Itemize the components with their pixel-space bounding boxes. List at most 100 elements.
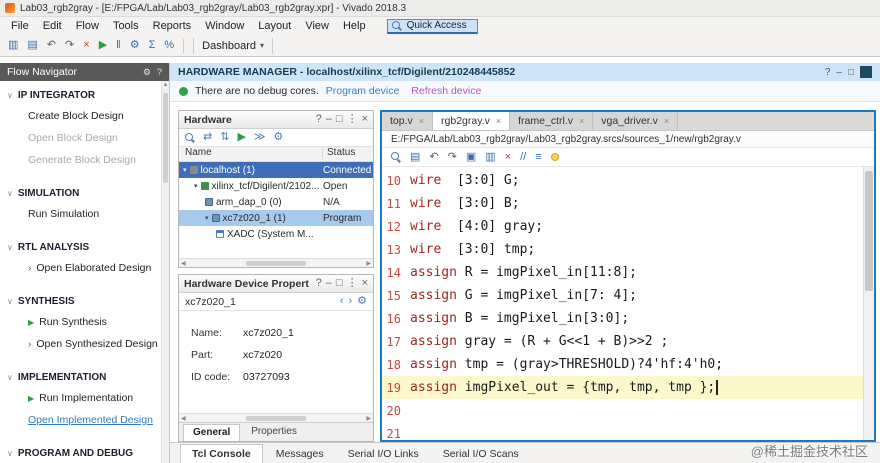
expander-icon[interactable]: ▾	[194, 182, 198, 190]
menu-icon[interactable]: ⋮	[347, 278, 358, 289]
code-line[interactable]: 15 assign G = imgPixel_in[7: 4];	[382, 284, 863, 307]
link-refresh-device[interactable]: Refresh device	[411, 85, 481, 97]
menu-help[interactable]: Help	[336, 19, 373, 33]
forward-icon[interactable]: ›	[348, 296, 352, 307]
editor-tab-frame-ctrl-v[interactable]: frame_ctrl.v ×	[510, 112, 594, 130]
flow-item-run-implementation[interactable]: ▶ Run Implementation	[0, 387, 169, 409]
column-status[interactable]: Status	[323, 147, 373, 161]
run-icon[interactable]: ▶	[99, 40, 107, 51]
menu-layout[interactable]: Layout	[251, 19, 298, 33]
close-red-icon[interactable]: ×	[83, 40, 89, 51]
flownav-help-icon[interactable]: ?	[157, 67, 162, 78]
flow-item-run-synthesis[interactable]: ▶ Run Synthesis	[0, 311, 169, 333]
scroll-right-icon[interactable]: ▶	[366, 415, 371, 422]
console-tab-tcl-console[interactable]: Tcl Console	[180, 444, 263, 463]
hardware-row[interactable]: XADC (System M...	[179, 226, 373, 242]
redo-icon[interactable]: ↷	[65, 40, 74, 51]
code-line[interactable]: 17 assign gray = (R + G<<1 + B)>>2 ;	[382, 330, 863, 353]
search-icon[interactable]	[391, 152, 401, 162]
editor-tab-rgb2gray-v[interactable]: rgb2gray.v ×	[433, 112, 511, 130]
close-icon[interactable]: ×	[579, 116, 584, 126]
editor-tab-vga-driver-v[interactable]: vga_driver.v ×	[593, 112, 679, 130]
menu-icon[interactable]: ⋮	[347, 114, 358, 125]
device-hscrollbar[interactable]: ◀ ▶	[179, 413, 373, 422]
flow-section-implementation[interactable]: ∨ IMPLEMENTATION	[0, 368, 169, 387]
console-tab-serial-i-o-links[interactable]: Serial I/O Links	[337, 445, 430, 463]
scrollbar-thumb[interactable]	[246, 415, 306, 421]
code-line[interactable]: 10 wire [3:0] G;	[382, 169, 863, 192]
menu-view[interactable]: View	[298, 19, 336, 33]
cut-icon[interactable]: ▣	[466, 151, 476, 163]
flow-item-open-elaborated-design[interactable]: › Open Elaborated Design	[0, 257, 169, 279]
float-icon[interactable]: □	[336, 114, 343, 125]
code-area[interactable]: 10 wire [3:0] G; 11 wire [3:0] B; 12 wire [4:…	[382, 167, 863, 440]
flow-section-simulation[interactable]: ∨ SIMULATION	[0, 184, 169, 203]
help-icon[interactable]: ?	[825, 67, 831, 78]
code-line[interactable]: 14 assign R = imgPixel_in[11:8];	[382, 261, 863, 284]
dashboard-dropdown[interactable]: Dashboard ▾	[193, 37, 274, 54]
minimize-icon[interactable]: –	[836, 67, 842, 78]
menu-edit[interactable]: Edit	[36, 19, 69, 33]
flow-section-synthesis[interactable]: ∨ SYNTHESIS	[0, 292, 169, 311]
undo-icon[interactable]: ↶	[47, 40, 56, 51]
comment-icon[interactable]: //	[520, 151, 526, 163]
hardware-row[interactable]: arm_dap_0 (0) N/A	[179, 194, 373, 210]
column-name[interactable]: Name	[179, 147, 323, 161]
menu-flow[interactable]: Flow	[69, 19, 106, 33]
menu-file[interactable]: File	[4, 19, 36, 33]
expander-icon[interactable]: ▾	[183, 166, 187, 174]
redo-icon[interactable]: ↷	[448, 151, 457, 163]
settings-icon[interactable]: ⚙	[130, 40, 140, 51]
scroll-right-icon[interactable]: ▶	[366, 260, 371, 267]
settings-icon[interactable]: ⚙	[357, 296, 367, 307]
editor-tab-top-v[interactable]: top.v ×	[382, 112, 434, 130]
search-icon[interactable]	[185, 132, 195, 143]
code-line[interactable]: 20	[382, 399, 863, 422]
panel-control-icon[interactable]	[860, 66, 872, 78]
hardware-row[interactable]: ▾ xilinx_tcf/Digilent/2102... Open	[179, 178, 373, 194]
menu-reports[interactable]: Reports	[146, 19, 199, 33]
flow-item-open-implemented-design[interactable]: Open Implemented Design	[0, 409, 169, 431]
scroll-up-icon[interactable]: ▲	[162, 81, 169, 88]
flow-section-ip-integrator[interactable]: ∨ IP INTEGRATOR	[0, 86, 169, 105]
scrollbar-thumb[interactable]	[163, 93, 168, 183]
editor-scrollbar[interactable]	[863, 167, 874, 440]
close-icon[interactable]: ×	[362, 114, 368, 125]
help-icon[interactable]: ?	[316, 278, 322, 289]
scroll-left-icon[interactable]: ◀	[181, 260, 186, 267]
refresh-icon[interactable]: ⇅	[220, 132, 229, 143]
link-program-device[interactable]: Program device	[326, 85, 400, 97]
scrollbar-thumb[interactable]	[246, 260, 306, 266]
flownav-settings-icon[interactable]: ⚙	[143, 67, 151, 78]
flow-item-open-synthesized-design[interactable]: › Open Synthesized Design	[0, 333, 169, 355]
close-icon[interactable]: ×	[496, 116, 501, 126]
code-line[interactable]: 16 assign B = imgPixel_in[3:0];	[382, 307, 863, 330]
close-icon[interactable]: ×	[419, 116, 424, 126]
back-icon[interactable]: ‹	[340, 296, 344, 307]
float-icon[interactable]: □	[848, 67, 854, 78]
help-icon[interactable]: ?	[316, 114, 322, 125]
code-line[interactable]: 12 wire [4:0] gray;	[382, 215, 863, 238]
close-icon[interactable]: ×	[664, 116, 669, 126]
save-icon[interactable]: ▤	[27, 40, 37, 51]
flow-section-program-and-debug[interactable]: ∨ PROGRAM AND DEBUG	[0, 444, 169, 463]
reconnect-icon[interactable]: ⇄	[203, 132, 212, 143]
lightbulb-icon[interactable]	[550, 153, 559, 161]
console-tab-messages[interactable]: Messages	[265, 445, 335, 463]
delete-icon[interactable]: ×	[505, 151, 511, 163]
tab-properties[interactable]: Properties	[242, 424, 306, 441]
hardware-row[interactable]: ▾ xc7z020_1 (1) Program	[179, 210, 373, 226]
copy-icon[interactable]: ▥	[485, 151, 495, 163]
flow-item-create-block-design[interactable]: Create Block Design	[0, 105, 169, 127]
tab-general[interactable]: General	[183, 424, 241, 441]
expander-icon[interactable]: ▾	[205, 214, 209, 222]
close-icon[interactable]: ×	[362, 278, 368, 289]
code-line[interactable]: 19 assign imgPixel_out = {tmp, tmp, tmp }…	[382, 376, 863, 399]
menu-tools[interactable]: Tools	[106, 19, 146, 33]
menu-window[interactable]: Window	[198, 19, 251, 33]
flow-section-rtl-analysis[interactable]: ∨ RTL ANALYSIS	[0, 238, 169, 257]
step-icon[interactable]: ≫	[254, 132, 266, 143]
code-line[interactable]: 21	[382, 422, 863, 441]
quick-access-search[interactable]: Quick Access	[386, 18, 478, 34]
run-icon[interactable]: ▶	[237, 132, 245, 143]
